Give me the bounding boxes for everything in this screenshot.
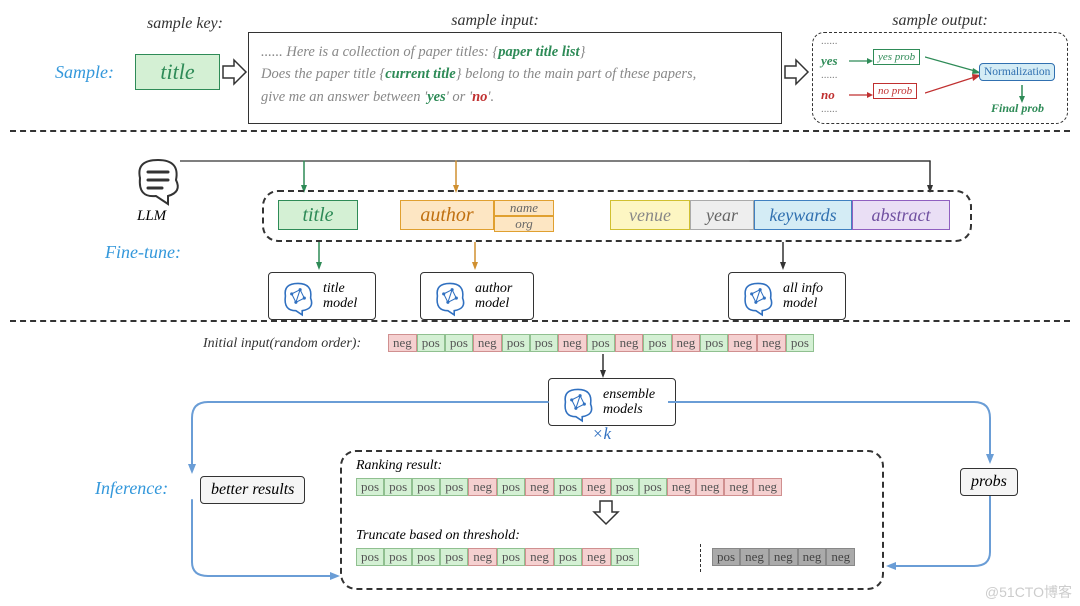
sample-input-label: sample input: [380,12,610,30]
tag-abstract: abstract [852,200,950,230]
truncate-keep: posposposposnegposnegposnegpos [356,548,639,566]
seq-cell: neg [525,478,554,496]
seq-cell: pos [587,334,615,352]
truncate-label: Truncate based on threshold: [356,528,520,544]
sample-stage-label: Sample: [55,62,114,83]
seq-cell: neg [696,478,725,496]
allinfo-model: all info model [728,272,846,320]
author-model: author model [420,272,534,320]
probs-box: probs [960,468,1018,496]
tag-venue: venue [610,200,690,230]
sample-input-box: ...... Here is a collection of paper tit… [248,32,782,124]
seq-cell: pos [412,548,440,566]
seq-cell: pos [356,548,384,566]
seq-cell: neg [473,334,502,352]
seq-cell: neg [388,334,417,352]
initial-seq: negposposnegposposnegposnegposnegposnegn… [388,334,814,352]
arrow-ranking-to-truncate [592,500,620,526]
seq-cell: pos [554,478,582,496]
seq-cell: pos [712,548,740,566]
arrow-initial-to-ensemble [596,354,610,380]
seq-cell: neg [753,478,782,496]
initial-input-label: Initial input(random order): [203,336,361,352]
seq-cell: neg [525,548,554,566]
sample-output-label: sample output: [870,12,1010,30]
seq-cell: pos [497,478,525,496]
seq-cell: neg [582,548,611,566]
tag-year: year [690,200,754,230]
arrow-allinfo-model [776,242,790,272]
seq-cell: neg [672,334,701,352]
seq-cell: pos [611,548,639,566]
arrow-input-to-output [784,58,810,86]
seq-cell: neg [667,478,696,496]
arrow-title-model [312,242,326,272]
seq-cell: pos [412,478,440,496]
better-results-box: better results [200,476,305,504]
seq-cell: pos [440,478,468,496]
llm-fan-arrows [180,155,940,195]
seq-cell: pos [440,548,468,566]
tag-author-ft: author [400,200,494,230]
seq-cell: neg [558,334,587,352]
seq-cell: pos [530,334,558,352]
seq-cell: pos [497,548,525,566]
seq-cell: neg [582,478,611,496]
seq-cell: pos [643,334,671,352]
ranking-seq: posposposposnegposnegposnegposposnegnegn… [356,478,782,496]
seq-cell: pos [384,478,412,496]
ensemble-model: ensemble models [548,378,676,426]
title-model: title model [268,272,376,320]
seq-cell: pos [417,334,445,352]
seq-cell: neg [728,334,757,352]
sample-key-label: sample key: [145,15,225,33]
inference-stage-label: Inference: [95,478,168,499]
seq-cell: pos [554,548,582,566]
llm-icon [128,148,188,213]
seq-cell: neg [724,478,753,496]
times-k: ×k [592,424,611,444]
ranking-label: Ranking result: [356,458,442,474]
seq-cell: neg [740,548,769,566]
seq-cell: neg [757,334,786,352]
tag-title-ft: title [278,200,358,230]
seq-cell: neg [468,548,497,566]
tag-org: org [494,216,554,232]
seq-cell: neg [826,548,855,566]
seq-cell: pos [786,334,814,352]
arrow-key-to-input [222,58,248,86]
seq-cell: neg [769,548,798,566]
truncate-drop: posnegnegnegneg [712,548,855,566]
watermark: @51CTO博客 [985,582,1072,602]
tag-name: name [494,200,554,216]
seq-cell: neg [468,478,497,496]
sample-output-box: ...... yes yes prob ...... no no prob ..… [812,32,1068,124]
seq-cell: pos [700,334,728,352]
arrow-author-model [468,242,482,272]
seq-cell: pos [384,548,412,566]
finetune-stage-label: Fine-tune: [105,242,181,263]
seq-cell: pos [639,478,667,496]
llm-label: LLM [137,208,166,225]
sample-key-tag: title [135,54,220,90]
seq-cell: pos [356,478,384,496]
seq-cell: pos [502,334,530,352]
seq-cell: neg [615,334,644,352]
seq-cell: pos [611,478,639,496]
tag-keywards: keywards [754,200,852,230]
seq-cell: pos [445,334,473,352]
seq-cell: neg [798,548,827,566]
truncate-sep [700,544,701,572]
